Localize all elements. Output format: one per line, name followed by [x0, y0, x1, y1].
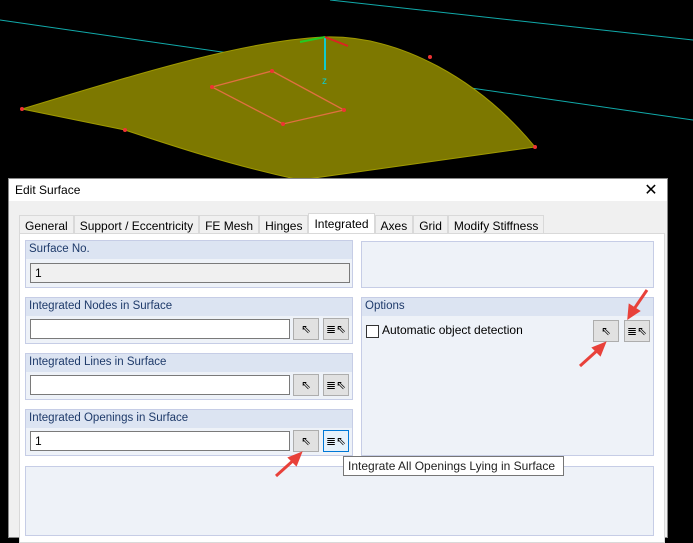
surface-no-group: Surface No. 1: [25, 240, 353, 288]
pick-cursor-icon: ⇖: [600, 324, 612, 338]
options-group: Options Automatic object detection ⇖ ≣⇖: [361, 297, 654, 456]
group-header: Surface No.: [26, 241, 352, 259]
tab-axes[interactable]: Axes: [374, 215, 414, 235]
pick-objects-button[interactable]: ⇖: [593, 320, 619, 342]
lines-input[interactable]: [30, 375, 290, 395]
pick-cursor-icon: ⇖: [300, 378, 312, 392]
integrate-all-lines-button[interactable]: ≣⇖: [323, 374, 349, 396]
integrate-all-openings-button[interactable]: ≣⇖: [323, 430, 349, 452]
surface[interactable]: [21, 36, 536, 180]
tab-fe-mesh[interactable]: FE Mesh: [199, 215, 260, 235]
pick-cursor-icon: ⇖: [300, 434, 312, 448]
group-header: Options: [362, 298, 653, 316]
list-cursor-icon: ≣⇖: [626, 324, 648, 338]
pick-openings-button[interactable]: ⇖: [293, 430, 319, 452]
pick-lines-button[interactable]: ⇖: [293, 374, 319, 396]
auto-detect-label: Automatic object detection: [382, 323, 523, 337]
lines-group: Integrated Lines in Surface ⇖ ≣⇖: [25, 353, 353, 400]
list-cursor-icon: ≣⇖: [325, 322, 347, 336]
close-icon[interactable]: ✕: [641, 180, 661, 200]
openings-group: Integrated Openings in Surface 1 ⇖ ≣⇖: [25, 409, 353, 456]
axis-line: [329, 0, 693, 41]
3d-viewport[interactable]: z: [0, 0, 693, 180]
group-header: Integrated Lines in Surface: [26, 354, 352, 372]
detect-all-objects-button[interactable]: ≣⇖: [624, 320, 650, 342]
tab-support-eccentricity[interactable]: Support / Eccentricity: [73, 215, 200, 235]
tab-modify-stiffness[interactable]: Modify Stiffness: [447, 215, 545, 235]
tab-general[interactable]: General: [19, 215, 74, 235]
title-bar: Edit Surface ✕: [9, 179, 667, 201]
group-header: Integrated Nodes in Surface: [26, 298, 352, 316]
list-cursor-icon: ≣⇖: [325, 434, 347, 448]
group-header: Integrated Openings in Surface: [26, 410, 352, 428]
pick-cursor-icon: ⇖: [300, 322, 312, 336]
dialog-title: Edit Surface: [15, 183, 81, 197]
tab-bar: General Support / Eccentricity FE Mesh H…: [19, 213, 545, 236]
auto-detect-checkbox[interactable]: [366, 325, 379, 338]
nodes-group: Integrated Nodes in Surface ⇖ ≣⇖: [25, 297, 353, 344]
tab-grid[interactable]: Grid: [413, 215, 448, 235]
pick-nodes-button[interactable]: ⇖: [293, 318, 319, 340]
tab-hinges[interactable]: Hinges: [259, 215, 309, 235]
z-axis-label: z: [322, 76, 327, 87]
tooltip: Integrate All Openings Lying in Surface: [343, 456, 564, 476]
surface-no-field[interactable]: 1: [30, 263, 350, 283]
empty-group: [361, 241, 654, 288]
list-cursor-icon: ≣⇖: [325, 378, 347, 392]
openings-input[interactable]: 1: [30, 431, 290, 451]
nodes-input[interactable]: [30, 319, 290, 339]
integrate-all-nodes-button[interactable]: ≣⇖: [323, 318, 349, 340]
